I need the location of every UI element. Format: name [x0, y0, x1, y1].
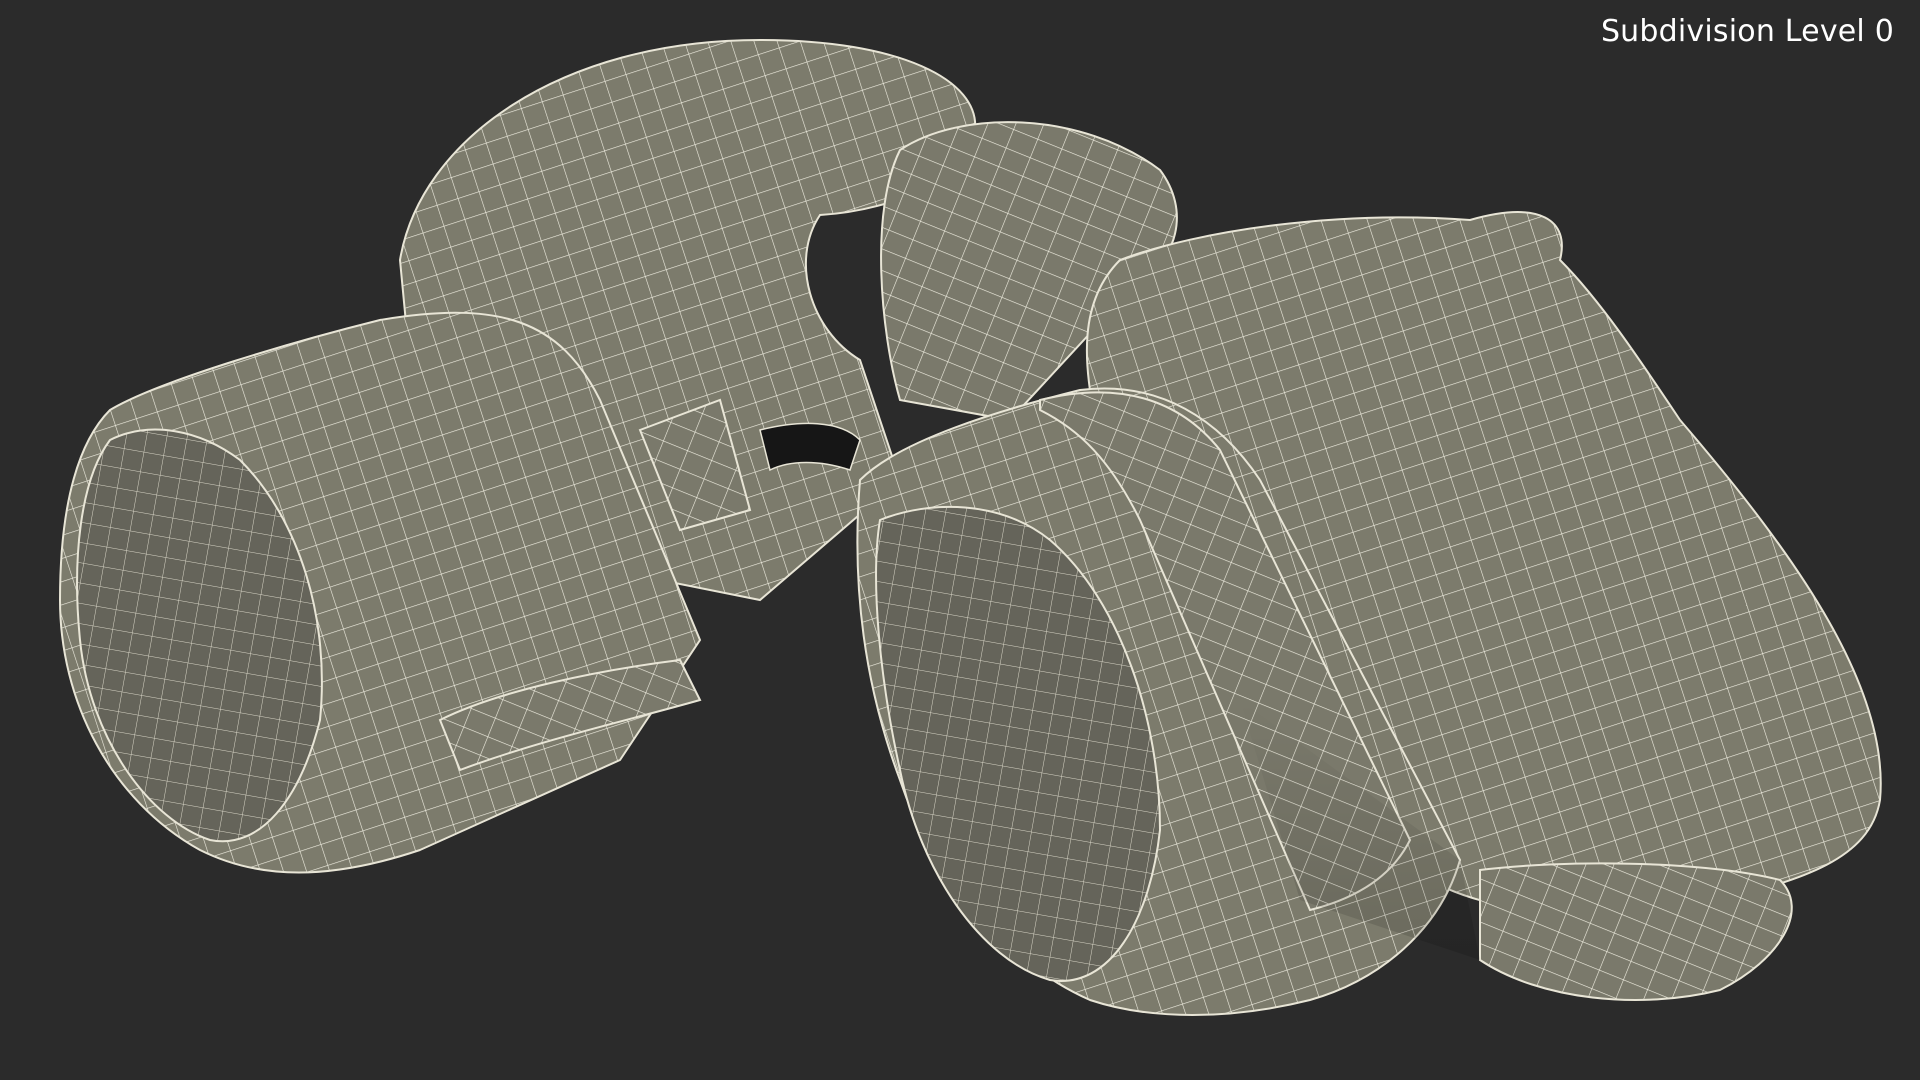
subdivision-level-label: Subdivision Level 0 [1600, 14, 1894, 49]
right-glove-thumb [1479, 862, 1793, 1001]
3d-viewport[interactable]: Subdivision Level 0 [0, 0, 1920, 1080]
